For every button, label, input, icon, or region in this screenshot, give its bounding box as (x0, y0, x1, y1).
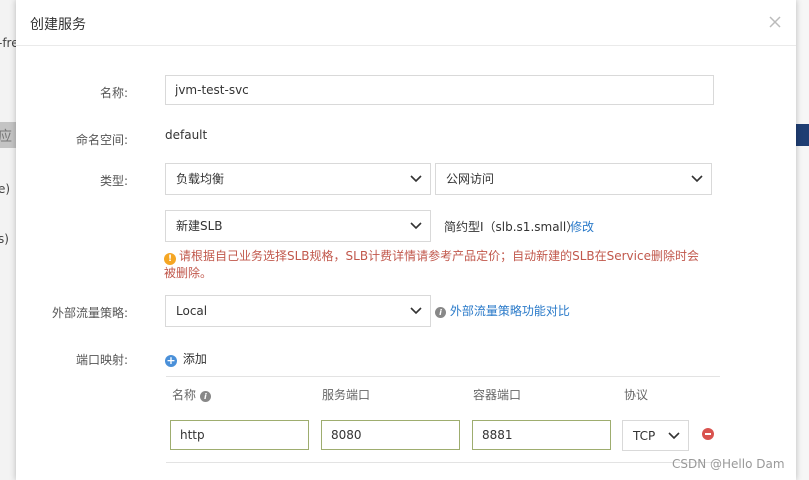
create-service-dialog: 创建服务 名称: 命名空间: default 类型: 负载均衡 公网访问 新建S… (16, 0, 796, 480)
slb-warning: ! 请根据自己业务选择SLB规格，SLB计费详情请参考产品定价；自动新建的SLB在… (164, 248, 704, 281)
protocol-select-value: TCP (633, 429, 656, 443)
dialog-title: 创建服务 (30, 17, 86, 33)
warning-icon: ! (164, 253, 176, 265)
port-name-input[interactable] (170, 420, 309, 450)
name-label: 名称: (99, 86, 128, 100)
access-select[interactable]: 公网访问 (435, 163, 712, 195)
traffic-compare-link[interactable]: 外部流量策略功能对比 (450, 304, 570, 318)
remove-port-icon[interactable] (702, 428, 714, 440)
slb-warning-text: 请根据自己业务选择SLB规格，SLB计费详情请参考产品定价；自动新建的SLB在S… (164, 249, 699, 280)
close-icon[interactable] (764, 11, 786, 33)
port-mapping-label: 端口映射: (75, 353, 128, 367)
slb-select[interactable]: 新建SLB (165, 210, 431, 242)
namespace-value: default (165, 128, 208, 142)
traffic-policy-label: 外部流量策略: (51, 306, 128, 320)
namespace-label: 命名空间: (75, 133, 128, 147)
background-page-left: -fre 应 e) s) (0, 0, 16, 480)
container-port-input[interactable] (472, 420, 611, 450)
info-icon: i (199, 391, 211, 402)
traffic-compare: i 外部流量策略功能对比 (435, 302, 570, 319)
chevron-down-icon (410, 222, 422, 230)
type-select[interactable]: 负载均衡 (165, 163, 431, 195)
slb-spec-text: 简约型I（slb.s1.small） (444, 220, 579, 234)
add-port-button[interactable]: + 添加 (165, 350, 207, 367)
bg-text: -fre (0, 36, 16, 50)
slb-edit-link[interactable]: 修改 (570, 218, 594, 235)
bg-bar: 应 (0, 122, 16, 148)
col-container-port: 容器端口 (473, 388, 522, 402)
col-name: 名称 i (172, 386, 211, 403)
watermark: CSDN @Hello Dam (672, 457, 785, 471)
chevron-down-icon (410, 307, 422, 315)
col-protocol: 协议 (624, 388, 649, 402)
protocol-select[interactable]: TCP (622, 420, 689, 451)
access-select-value: 公网访问 (446, 172, 495, 186)
chevron-down-icon (410, 175, 422, 183)
dialog-header: 创建服务 (16, 0, 796, 46)
col-service-port: 服务端口 (322, 388, 371, 402)
chevron-down-icon (668, 432, 680, 440)
bg-text: s) (0, 232, 9, 246)
traffic-policy-value: Local (176, 304, 208, 318)
slb-select-value: 新建SLB (176, 219, 223, 233)
port-table-bottom-border (166, 462, 720, 463)
service-port-input[interactable] (321, 420, 460, 450)
port-table-header: 名称 i 服务端口 容器端口 协议 (166, 376, 720, 408)
background-page-right (796, 0, 809, 480)
add-icon: + (165, 354, 177, 367)
bg-strip (796, 124, 809, 146)
add-port-label: 添加 (182, 352, 207, 366)
type-select-value: 负载均衡 (176, 172, 225, 186)
info-icon: i (435, 307, 446, 318)
bg-bar-text: 应 (0, 129, 12, 145)
type-label: 类型: (99, 174, 128, 188)
service-name-input[interactable] (165, 75, 714, 105)
bg-text: e) (0, 182, 11, 196)
chevron-down-icon (691, 175, 703, 183)
traffic-policy-select[interactable]: Local (165, 295, 431, 327)
col-name-label: 名称 (172, 388, 197, 402)
